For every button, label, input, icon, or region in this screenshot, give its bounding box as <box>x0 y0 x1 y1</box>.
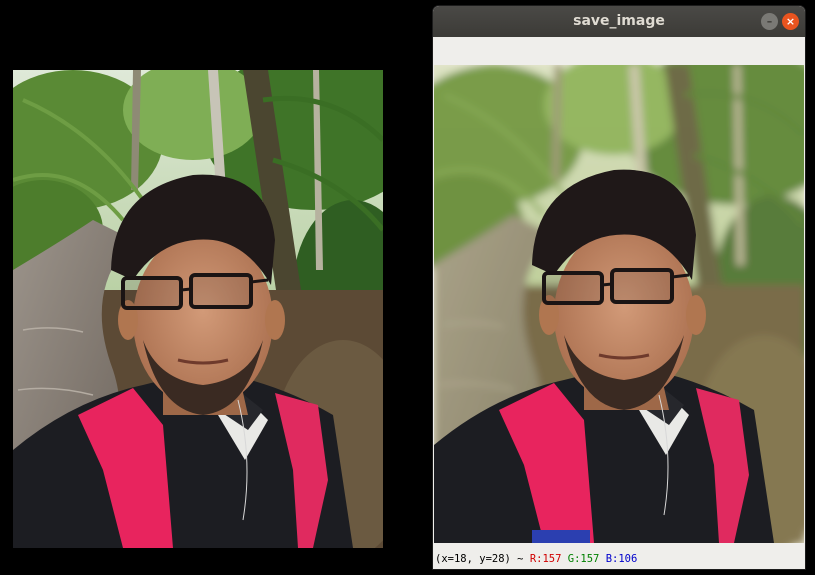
status-coordinates: (x=18, y=28) ~ <box>435 553 530 565</box>
minimize-icon[interactable]: – <box>761 13 778 30</box>
status-green-value: G:157 <box>567 553 600 565</box>
original-image <box>13 70 383 548</box>
save-image-window[interactable]: save_image – × (x=18, y=28) ~ R:157 G:15… <box>433 6 805 569</box>
window-toolbar <box>433 37 805 65</box>
window-titlebar[interactable]: save_image – × <box>433 6 805 37</box>
close-icon[interactable]: × <box>782 13 799 30</box>
processed-image[interactable] <box>434 65 804 543</box>
window-title: save_image <box>573 13 665 29</box>
status-bar: (x=18, y=28) ~ R:157 G:157 B:106 <box>433 543 805 569</box>
status-red-value: R:157 <box>529 553 562 565</box>
status-blue-value: B:106 <box>605 553 638 565</box>
